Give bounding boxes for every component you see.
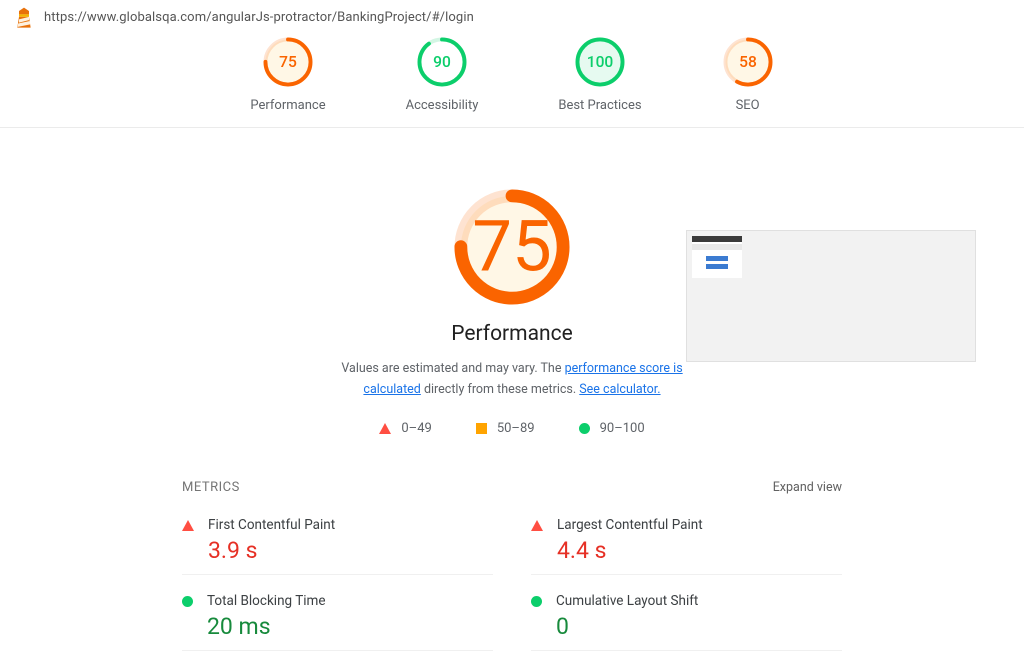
metric-name: Cumulative Layout Shift xyxy=(556,593,698,609)
gauge-label: Accessibility xyxy=(406,98,479,113)
triangle-red-icon xyxy=(182,520,194,531)
score-legend: 0–49 50–89 90–100 xyxy=(379,421,644,436)
gauge-label: SEO xyxy=(736,98,760,113)
link-see-calculator[interactable]: See calculator. xyxy=(579,382,660,397)
metric-row[interactable]: Largest Contentful Paint 4.4 s xyxy=(531,509,842,575)
gauge-label: Performance xyxy=(250,98,325,113)
legend-pass: 90–100 xyxy=(579,421,645,436)
metric-row[interactable]: Total Blocking Time 20 ms xyxy=(182,585,493,651)
circle-green-icon xyxy=(531,596,542,607)
tested-url: https://www.globalsqa.com/angularJs-prot… xyxy=(44,10,474,25)
metric-row[interactable]: First Contentful Paint 3.9 s xyxy=(182,509,493,575)
url-bar: https://www.globalsqa.com/angularJs-prot… xyxy=(0,0,1024,32)
big-performance-gauge: 75 xyxy=(453,188,571,310)
metric-name: Total Blocking Time xyxy=(207,593,326,609)
metrics-panel: METRICS Expand view First Contentful Pai… xyxy=(182,436,842,651)
legend-fail: 0–49 xyxy=(379,421,431,436)
metric-value: 0 xyxy=(556,613,698,640)
gauge-row: 75 Performance 90 Accessibility 100 Best… xyxy=(0,32,1024,128)
svg-text:75: 75 xyxy=(279,53,297,71)
svg-text:58: 58 xyxy=(739,53,757,71)
gauge-performance[interactable]: 75 Performance xyxy=(250,36,325,113)
square-orange-icon xyxy=(476,423,487,434)
gauge-label: Best Practices xyxy=(558,98,641,113)
performance-description: Values are estimated and may vary. The p… xyxy=(332,358,692,401)
gauge-seo[interactable]: 58 SEO xyxy=(722,36,774,113)
triangle-red-icon xyxy=(379,423,391,434)
screenshot-thumbnail[interactable] xyxy=(686,230,976,362)
metric-row[interactable]: Cumulative Layout Shift 0 xyxy=(531,585,842,651)
screenshot-mini xyxy=(692,236,742,278)
expand-view-toggle[interactable]: Expand view xyxy=(773,480,842,495)
performance-section: 75 Performance Values are estimated and … xyxy=(0,128,1024,651)
metric-value: 3.9 s xyxy=(208,537,335,564)
metric-name: First Contentful Paint xyxy=(208,517,335,533)
legend-average: 50–89 xyxy=(476,421,535,436)
svg-text:75: 75 xyxy=(472,206,552,289)
circle-green-icon xyxy=(182,596,193,607)
circle-green-icon xyxy=(579,423,590,434)
gauge-best-practices[interactable]: 100 Best Practices xyxy=(558,36,641,113)
metrics-heading: METRICS xyxy=(182,480,240,495)
metric-name: Largest Contentful Paint xyxy=(557,517,703,533)
lighthouse-icon xyxy=(14,6,34,28)
metric-value: 20 ms xyxy=(207,613,326,640)
performance-title: Performance xyxy=(451,322,572,346)
gauge-accessibility[interactable]: 90 Accessibility xyxy=(406,36,479,113)
metric-value: 4.4 s xyxy=(557,537,703,564)
triangle-red-icon xyxy=(531,520,543,531)
svg-text:100: 100 xyxy=(587,53,614,71)
svg-text:90: 90 xyxy=(433,53,451,71)
